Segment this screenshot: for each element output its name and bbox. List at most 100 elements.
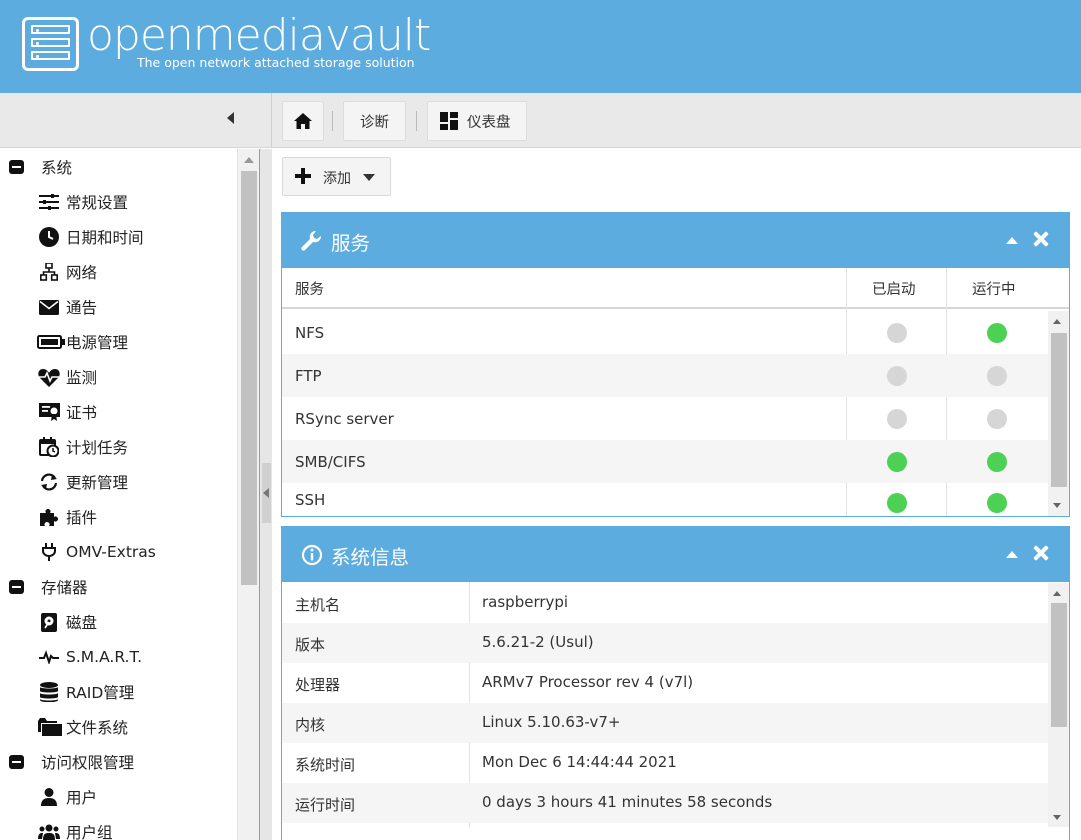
nav-group-system[interactable]: 系统 <box>0 149 236 184</box>
sidebar-item-notification[interactable]: 通告 <box>0 289 236 324</box>
status-dot-running <box>987 451 1007 472</box>
sidebar-item-label: RAID管理 <box>66 683 135 702</box>
database-icon <box>38 682 60 702</box>
column-header-running[interactable]: 运行中 <box>972 268 1016 309</box>
network-icon <box>38 262 60 282</box>
scroll-up-icon[interactable] <box>1053 319 1061 324</box>
table-row[interactable]: FTP <box>282 354 1048 397</box>
clock-icon <box>38 227 60 247</box>
panel-header: 服务 <box>282 213 1069 268</box>
sidebar-item-certificates[interactable]: 证书 <box>0 394 236 429</box>
sidebar-item-file-systems[interactable]: 文件系统 <box>0 709 236 744</box>
info-value: ARMv7 Processor rev 4 (v7l) <box>482 673 694 691</box>
collapse-group-icon[interactable] <box>9 755 24 769</box>
dashboard-icon <box>440 112 458 130</box>
sidebar-item-users[interactable]: 用户 <box>0 779 236 814</box>
scrollbar-thumb[interactable] <box>1051 603 1067 727</box>
collapse-panel-icon[interactable] <box>1006 237 1018 244</box>
info-key: 处理器 <box>295 676 341 694</box>
table-row[interactable]: NFS <box>282 311 1048 354</box>
scroll-down-icon[interactable] <box>1053 503 1061 508</box>
nav-group-access-rights[interactable]: 访问权限管理 <box>0 744 236 779</box>
sliders-icon <box>38 192 60 212</box>
scrollbar-thumb[interactable] <box>1051 333 1067 487</box>
breadcrumb-diagnostics-label: 诊断 <box>360 114 389 131</box>
info-value: raspberrypi <box>482 593 569 611</box>
column-header-enabled[interactable]: 已启动 <box>872 268 916 309</box>
service-name: NFS <box>295 323 325 342</box>
sidebar-item-general-settings[interactable]: 常规设置 <box>0 184 236 219</box>
sidebar-item-label: 网络 <box>66 263 98 282</box>
collapse-sidebar-icon[interactable] <box>227 112 234 124</box>
folder-icon <box>38 717 62 737</box>
sidebar-item-label: 插件 <box>66 508 98 527</box>
close-panel-icon[interactable] <box>1033 231 1049 247</box>
info-row: 运行时间 0 days 3 hours 41 minutes 58 second… <box>282 783 1048 823</box>
table-row[interactable]: SSH <box>282 483 1048 516</box>
sidebar-item-update-management[interactable]: 更新管理 <box>0 464 236 499</box>
collapse-group-icon[interactable] <box>9 580 24 594</box>
add-widget-label: 添加 <box>323 171 351 187</box>
scroll-up-icon[interactable] <box>244 157 254 163</box>
breadcrumb-diagnostics[interactable]: 诊断 <box>343 101 406 141</box>
breadcrumb-dashboard[interactable]: 仪表盘 <box>427 101 527 141</box>
panel-title: 系统信息 <box>331 546 410 569</box>
status-dot-running <box>987 493 1007 513</box>
sidebar-item-label: OMV-Extras <box>66 542 156 561</box>
sidebar-splitter[interactable] <box>259 149 272 840</box>
status-dot-enabled <box>887 451 907 472</box>
scroll-up-icon[interactable] <box>1053 591 1061 596</box>
panel-scrollbar[interactable] <box>1048 583 1069 827</box>
sidebar-item-label: 用户 <box>66 788 98 807</box>
scroll-down-icon[interactable] <box>1053 815 1061 820</box>
info-value: 5.6.21-2 (Usul) <box>482 633 594 651</box>
sidebar-item-label: 通告 <box>66 298 98 317</box>
info-value: 0 days 3 hours 41 minutes 58 seconds <box>482 793 773 811</box>
sidebar-item-omv-extras[interactable]: OMV-Extras <box>0 534 236 569</box>
puzzle-icon <box>38 507 60 527</box>
table-row[interactable]: SMB/CIFS <box>282 440 1048 483</box>
sidebar-scrollbar[interactable] <box>237 149 259 840</box>
server-logo-icon <box>22 17 79 71</box>
panel-header: 系统信息 <box>282 527 1069 582</box>
sidebar-item-raid[interactable]: RAID管理 <box>0 674 236 709</box>
sidebar-item-label: 监测 <box>66 368 98 387</box>
sidebar-item-power[interactable]: 电源管理 <box>0 324 236 359</box>
info-key: 内核 <box>295 716 326 734</box>
sidebar-item-label: 日期和时间 <box>66 228 144 247</box>
wrench-icon <box>301 230 322 251</box>
sidebar-item-smart[interactable]: S.M.A.R.T. <box>0 639 236 674</box>
sidebar-item-groups[interactable]: 用户组 <box>0 814 236 840</box>
sidebar-item-label: S.M.A.R.T. <box>66 647 143 666</box>
sidebar-item-label: 更新管理 <box>66 473 129 492</box>
collapse-handle-icon[interactable] <box>262 463 271 523</box>
info-row: 版本 5.6.21-2 (Usul) <box>282 623 1048 663</box>
panel-title: 服务 <box>331 232 371 255</box>
info-key: 系统时间 <box>295 756 356 774</box>
home-button[interactable] <box>282 101 324 141</box>
info-row: 内核 Linux 5.10.63-v7+ <box>282 703 1048 743</box>
nav-group-label: 存储器 <box>41 578 88 597</box>
nav-group-label: 系统 <box>41 158 73 177</box>
status-dot-enabled <box>887 322 907 343</box>
scrollbar-thumb[interactable] <box>241 171 257 585</box>
column-header-service[interactable]: 服务 <box>295 268 324 309</box>
close-panel-icon[interactable] <box>1033 545 1049 561</box>
sidebar-item-network[interactable]: 网络 <box>0 254 236 289</box>
panel-scrollbar[interactable] <box>1048 311 1069 516</box>
info-value: Linux 5.10.63-v7+ <box>482 713 621 731</box>
table-row[interactable]: RSync server <box>282 397 1048 440</box>
nav-group-storage[interactable]: 存储器 <box>0 569 236 604</box>
system-info-panel: 系统信息 主机名 raspberrypi 版本 5.6.21-2 (Usul) … <box>281 526 1070 840</box>
sidebar-item-monitoring[interactable]: 监测 <box>0 359 236 394</box>
sidebar-item-label: 电源管理 <box>66 333 129 352</box>
add-widget-button[interactable]: 添加 <box>282 157 391 196</box>
sidebar-item-date-time[interactable]: 日期和时间 <box>0 219 236 254</box>
collapse-panel-icon[interactable] <box>1006 551 1018 558</box>
sidebar-nav: 系统 常规设置 日期和时间 网络 通告 电源管理 监测 证书 计划任务 更新管理… <box>0 149 259 840</box>
sidebar-item-disks[interactable]: 磁盘 <box>0 604 236 639</box>
sidebar-item-scheduled-jobs[interactable]: 计划任务 <box>0 429 236 464</box>
status-dot-enabled <box>887 493 907 513</box>
sidebar-item-plugins[interactable]: 插件 <box>0 499 236 534</box>
collapse-group-icon[interactable] <box>9 160 24 174</box>
